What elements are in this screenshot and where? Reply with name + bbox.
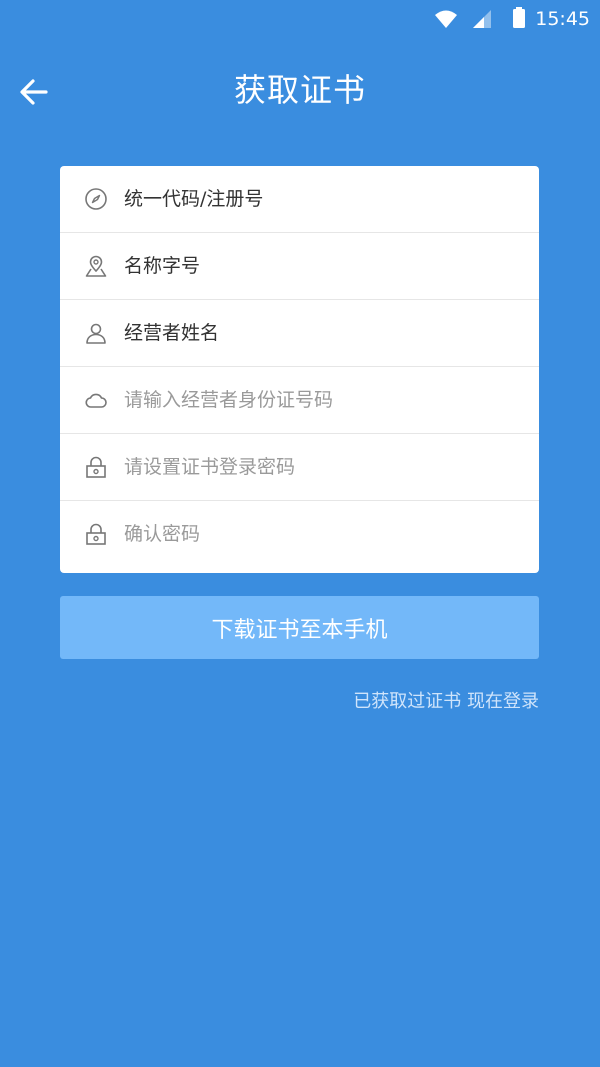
cellular-signal-icon	[473, 10, 491, 28]
id-number-input[interactable]	[124, 367, 524, 433]
lock-icon	[86, 523, 106, 545]
operator-name-input[interactable]	[124, 300, 524, 366]
wifi-icon	[435, 10, 457, 28]
set-password-input[interactable]	[124, 434, 524, 500]
form-row-confirm-password	[60, 501, 539, 568]
business-name-input[interactable]	[124, 233, 524, 299]
battery-icon	[513, 7, 525, 28]
confirm-password-input[interactable]	[124, 501, 524, 567]
status-time: 15:45	[535, 8, 590, 30]
cloud-icon	[85, 393, 107, 408]
download-certificate-button[interactable]: 下载证书至本手机	[60, 596, 539, 659]
form-row-operator-name	[60, 300, 539, 367]
page-title: 获取证书	[233, 71, 366, 109]
status-bar: 15:45	[0, 0, 600, 40]
compass-icon	[85, 188, 107, 210]
unified-code-input[interactable]	[124, 166, 524, 232]
form-card	[60, 166, 539, 573]
person-icon	[86, 323, 106, 344]
form-row-unified-code	[60, 166, 539, 233]
form-row-set-password	[60, 434, 539, 501]
form-row-id-number	[60, 367, 539, 434]
app-header: 获取证书	[0, 56, 600, 126]
location-pin-icon	[85, 255, 107, 277]
login-link[interactable]: 已获取过证书 现在登录	[353, 690, 539, 714]
form-row-business-name	[60, 233, 539, 300]
lock-icon	[86, 456, 106, 478]
